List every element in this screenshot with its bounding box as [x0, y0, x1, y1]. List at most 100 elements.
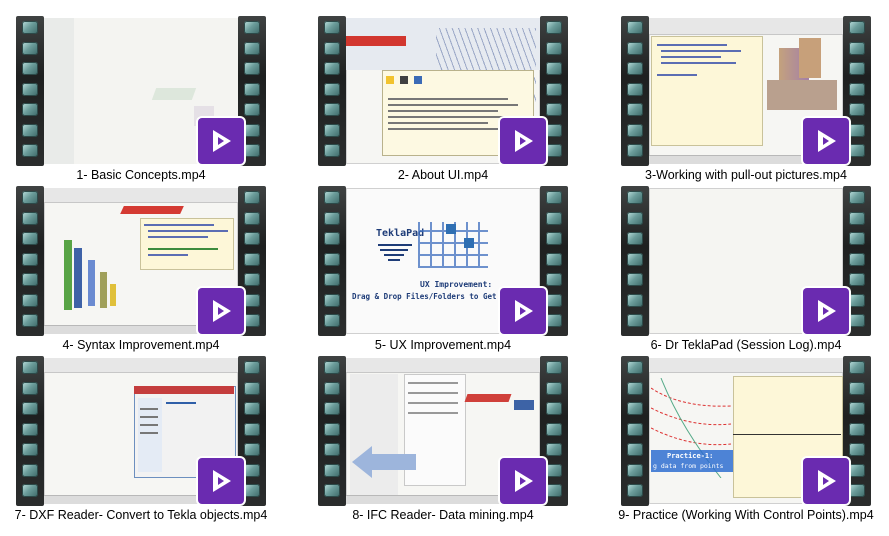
play-button[interactable] [803, 118, 849, 164]
video-tile-8: 8- IFC Reader- Data mining.mp4 [318, 356, 568, 534]
sprocket-hole [849, 402, 865, 415]
practice-label: Practice-1: [667, 452, 714, 460]
sprocket-hole [22, 361, 38, 374]
sprocket-hole [546, 103, 562, 116]
video-title[interactable]: 3-Working with pull-out pictures.mp4 [601, 168, 889, 182]
video-thumbnail-3[interactable] [621, 16, 871, 166]
sprocket-hole [546, 191, 562, 204]
video-title[interactable]: 5- UX Improvement.mp4 [298, 338, 588, 352]
play-icon [515, 470, 533, 492]
sprocket-hole [849, 103, 865, 116]
sprocket-hole [244, 62, 260, 75]
video-tile-1: 1- Basic Concepts.mp4 [16, 16, 266, 194]
sprocket-hole [324, 144, 340, 157]
sprocket-hole [627, 211, 643, 225]
sprocket-hole [627, 62, 643, 75]
sprocket-hole [324, 484, 340, 497]
arrow-graphic [352, 446, 416, 478]
video-title[interactable]: 2- About UI.mp4 [298, 168, 588, 182]
video-tile-3: 3-Working with pull-out pictures.mp4 [621, 16, 871, 194]
sprocket-hole [849, 422, 865, 436]
play-button[interactable] [500, 458, 546, 504]
video-title[interactable]: 7- DXF Reader- Convert to Tekla objects.… [0, 508, 286, 522]
sprocket-hole [22, 381, 38, 395]
play-button[interactable] [198, 458, 244, 504]
video-thumbnail-5[interactable]: TeklaPad UX Improvement: Drag & Drop Fil… [318, 186, 568, 336]
video-thumbnail-7[interactable] [16, 356, 266, 506]
play-button[interactable] [500, 288, 546, 334]
sprocket-hole [22, 123, 38, 137]
sprocket-hole [849, 252, 865, 266]
practice-subtitle: g data from points [653, 462, 724, 470]
sprocket-hole [627, 103, 643, 116]
play-icon [213, 130, 231, 152]
video-title[interactable]: 1- Basic Concepts.mp4 [0, 168, 286, 182]
sprocket-hole [849, 211, 865, 225]
film-strip-left [621, 16, 649, 166]
video-thumbnail-2[interactable] [318, 16, 568, 166]
sprocket-hole [22, 443, 38, 456]
sprocket-hole [244, 211, 260, 225]
sprocket-hole [244, 41, 260, 55]
film-strip-left [621, 356, 649, 506]
sprocket-hole [244, 463, 260, 477]
sprocket-hole [244, 293, 260, 307]
sprocket-hole [324, 41, 340, 55]
sprocket-hole [324, 191, 340, 204]
sprocket-hole [22, 62, 38, 75]
video-thumbnail-1[interactable] [16, 16, 266, 166]
sprocket-hole [546, 232, 562, 245]
sprocket-hole [546, 381, 562, 395]
sprocket-hole [627, 381, 643, 395]
sprocket-hole [546, 422, 562, 436]
video-thumbnail-4[interactable] [16, 186, 266, 336]
sprocket-hole [546, 21, 562, 34]
sprocket-hole [324, 402, 340, 415]
sprocket-hole [244, 103, 260, 116]
sprocket-hole [324, 82, 340, 96]
sprocket-hole [22, 191, 38, 204]
sprocket-hole [244, 422, 260, 436]
sprocket-hole [849, 463, 865, 477]
play-button[interactable] [198, 288, 244, 334]
sprocket-hole [244, 361, 260, 374]
film-strip-left [621, 186, 649, 336]
video-title[interactable]: 4- Syntax Improvement.mp4 [0, 338, 286, 352]
sprocket-hole [627, 463, 643, 477]
sprocket-hole [849, 232, 865, 245]
sprocket-hole [22, 21, 38, 34]
play-button[interactable] [500, 118, 546, 164]
sprocket-hole [244, 82, 260, 96]
play-button[interactable] [803, 458, 849, 504]
sprocket-hole [244, 191, 260, 204]
sprocket-hole [244, 252, 260, 266]
video-thumbnail-9[interactable]: Practice-1: g data from points [621, 356, 871, 506]
play-button[interactable] [803, 288, 849, 334]
video-title[interactable]: 6- Dr TeklaPad (Session Log).mp4 [601, 338, 889, 352]
sprocket-hole [627, 314, 643, 327]
video-title[interactable]: 9- Practice (Working With Control Points… [601, 508, 889, 522]
sprocket-hole [849, 82, 865, 96]
sprocket-hole [627, 443, 643, 456]
sprocket-hole [546, 123, 562, 137]
sprocket-hole [324, 211, 340, 225]
sprocket-hole [627, 191, 643, 204]
sprocket-hole [546, 484, 562, 497]
sprocket-hole [244, 144, 260, 157]
play-button[interactable] [198, 118, 244, 164]
sprocket-hole [22, 402, 38, 415]
sprocket-hole [324, 422, 340, 436]
play-icon [213, 300, 231, 322]
video-title[interactable]: 8- IFC Reader- Data mining.mp4 [298, 508, 588, 522]
sprocket-hole [627, 422, 643, 436]
sprocket-hole [22, 422, 38, 436]
sprocket-hole [22, 252, 38, 266]
sprocket-hole [849, 41, 865, 55]
video-thumbnail-6[interactable] [621, 186, 871, 336]
sprocket-hole [22, 41, 38, 55]
sprocket-hole [627, 484, 643, 497]
play-icon [818, 470, 836, 492]
sprocket-hole [244, 314, 260, 327]
video-thumbnail-8[interactable] [318, 356, 568, 506]
play-icon [213, 470, 231, 492]
